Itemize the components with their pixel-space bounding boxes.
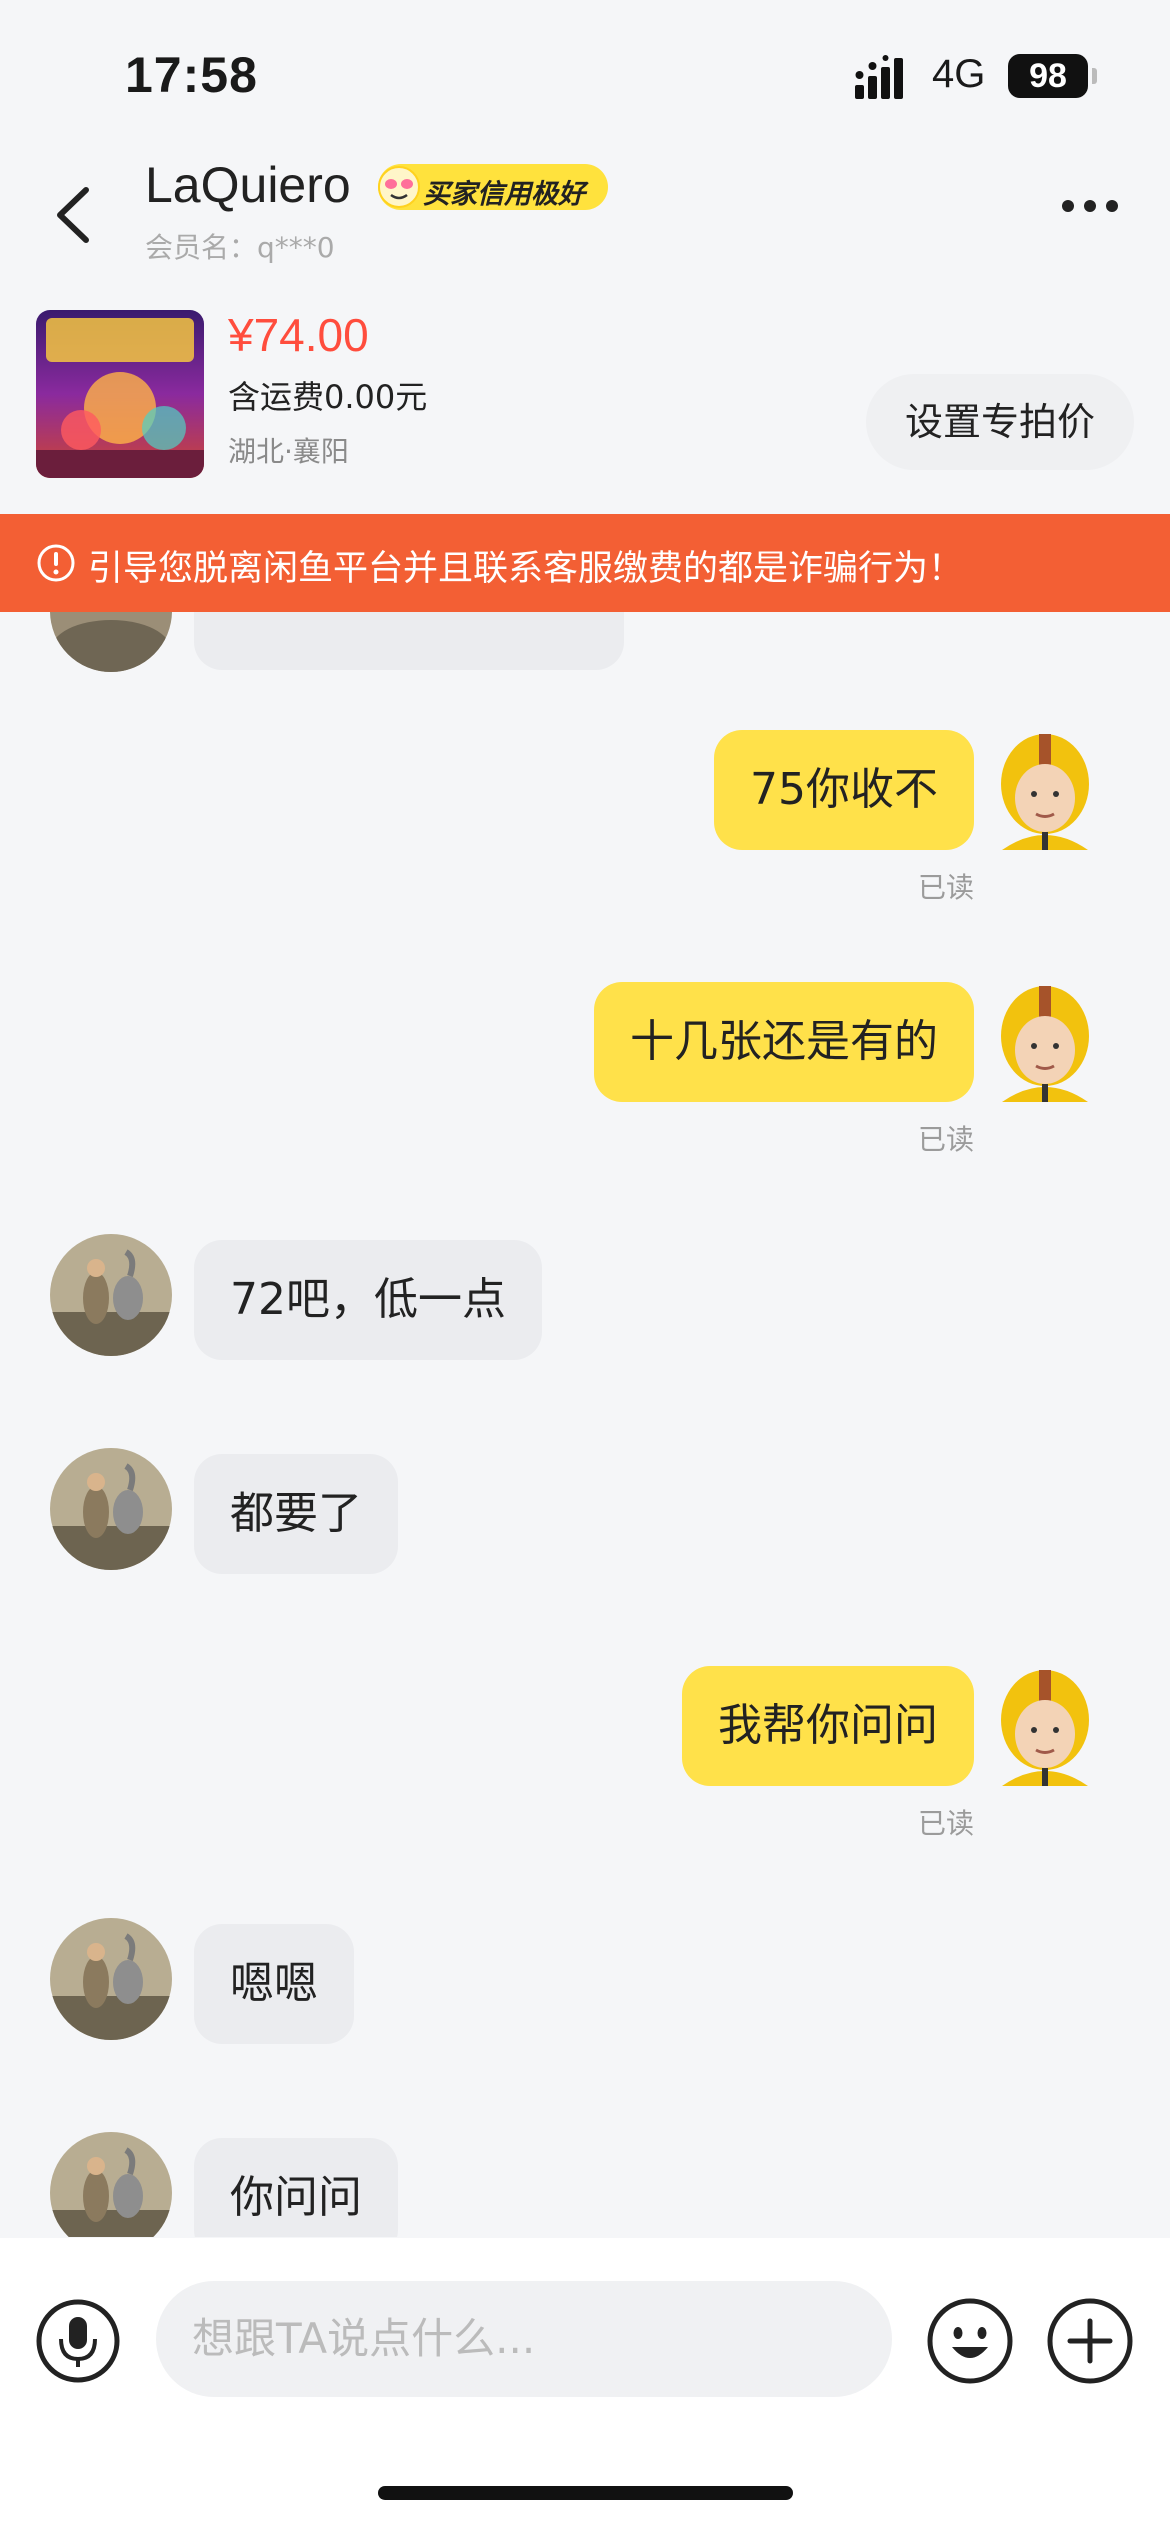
status-bar: 17:58 4G 98	[0, 0, 1170, 150]
read-status: 已读	[917, 871, 974, 904]
battery-nub	[1092, 68, 1097, 84]
shipping-fee: 含运费0.00元	[228, 378, 428, 416]
more-options-icon[interactable]	[1060, 196, 1120, 216]
chat-header: LaQuiero 买家信用极好 会员名：q***0	[0, 150, 1170, 275]
product-card[interactable]: ¥74.00 含运费0.00元 湖北·襄阳 设置专拍价	[0, 290, 1170, 510]
my-avatar[interactable]	[984, 1664, 1106, 1786]
contact-avatar[interactable]	[50, 612, 172, 672]
message-bubble-other[interactable]: 72吧，低一点	[194, 1240, 542, 1360]
message-bubble-cut	[194, 612, 624, 670]
my-avatar[interactable]	[984, 728, 1106, 850]
contact-avatar[interactable]	[50, 1918, 172, 2040]
read-status: 已读	[917, 1123, 974, 1156]
fraud-warning-banner: 引导您脱离闲鱼平台并且联系客服缴费的都是诈骗行为！	[0, 514, 1170, 612]
contact-avatar[interactable]	[50, 2132, 172, 2237]
message-bubble-other[interactable]: 你问问	[194, 2138, 398, 2237]
chat-messages[interactable]: 75你收不 已读 十几张还是有的 已读 72吧，低一点 都要了 我帮你问问 已读…	[0, 612, 1170, 2237]
warning-text: 引导您脱离闲鱼平台并且联系客服缴费的都是诈骗行为！	[88, 549, 964, 589]
cellular-signal-icon	[855, 55, 903, 99]
voice-input-icon[interactable]	[36, 2299, 120, 2383]
message-bubble-mine[interactable]: 十几张还是有的	[594, 982, 974, 1102]
read-status: 已读	[917, 1807, 974, 1840]
contact-avatar[interactable]	[50, 1448, 172, 1570]
emoji-icon[interactable]	[926, 2297, 1014, 2385]
member-name: 会员名：q***0	[145, 231, 335, 264]
input-bar: 想跟TA说点什么...	[0, 2238, 1170, 2532]
home-indicator	[378, 2486, 793, 2500]
message-bubble-mine[interactable]: 我帮你问问	[682, 1666, 974, 1786]
contact-avatar[interactable]	[50, 1234, 172, 1356]
sunglasses-face-icon	[378, 166, 420, 208]
message-bubble-other[interactable]: 都要了	[194, 1454, 398, 1574]
message-bubble-other[interactable]: 嗯嗯	[194, 1924, 354, 2044]
set-special-price-button[interactable]: 设置专拍价	[866, 374, 1134, 470]
back-arrow-icon[interactable]	[50, 180, 100, 250]
product-location: 湖北·襄阳	[228, 435, 349, 468]
message-input[interactable]: 想跟TA说点什么...	[156, 2281, 892, 2397]
alert-circle-icon	[37, 544, 75, 582]
product-price: ¥74.00	[228, 309, 369, 361]
product-thumbnail[interactable]	[36, 310, 204, 478]
network-type: 4G	[932, 52, 986, 96]
battery-indicator: 98	[1008, 54, 1088, 98]
add-attachment-icon[interactable]	[1046, 2297, 1134, 2385]
status-time: 17:58	[125, 47, 258, 103]
contact-name[interactable]: LaQuiero	[145, 156, 351, 214]
credit-badge[interactable]: 买家信用极好	[378, 164, 608, 210]
my-avatar[interactable]	[984, 980, 1106, 1102]
credit-badge-label: 买家信用极好	[423, 179, 585, 210]
message-bubble-mine[interactable]: 75你收不	[714, 730, 974, 850]
